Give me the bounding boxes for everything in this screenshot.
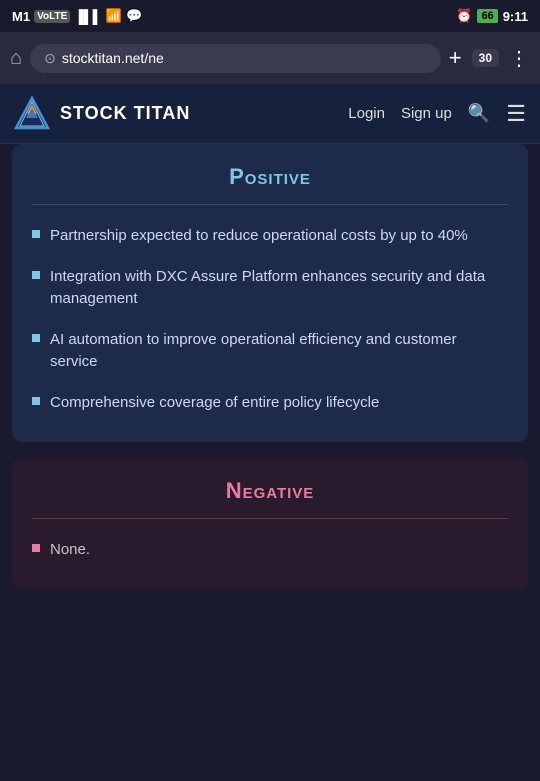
bullet-icon	[32, 334, 40, 342]
site-icon: ⊙	[44, 50, 56, 67]
whatsapp-icon: 💬	[126, 8, 142, 24]
status-left: M1 VoLTE ▐▌▌ 📶 💬	[12, 8, 142, 24]
signal-icon: ▐▌▌	[74, 9, 102, 24]
navbar: STOCK TITAN Login Sign up 🔍 ☰	[0, 84, 540, 144]
signup-button[interactable]: Sign up	[401, 105, 452, 122]
bullet-text: None.	[50, 539, 90, 562]
main-content: Positive Partnership expected to reduce …	[0, 144, 540, 590]
browser-actions: + 30 ⋮	[449, 45, 530, 71]
bullet-text: AI automation to improve operational eff…	[50, 329, 508, 374]
new-tab-button[interactable]: +	[449, 45, 462, 71]
bullet-icon	[32, 230, 40, 238]
negative-bullet-list: None.	[32, 539, 508, 562]
home-icon[interactable]: ⌂	[10, 47, 22, 70]
list-item: Comprehensive coverage of entire policy …	[32, 392, 508, 415]
url-bar[interactable]: ⊙ stocktitan.net/ne	[30, 44, 441, 73]
bullet-text: Partnership expected to reduce operation…	[50, 225, 468, 248]
section-gap	[0, 442, 540, 458]
login-button[interactable]: Login	[348, 105, 385, 122]
negative-section: Negative None.	[12, 458, 528, 590]
bullet-text: Integration with DXC Assure Platform enh…	[50, 266, 508, 311]
bullet-icon	[32, 544, 40, 552]
hamburger-menu-icon[interactable]: ☰	[506, 101, 526, 127]
bullet-icon	[32, 271, 40, 279]
negative-divider	[32, 518, 508, 519]
wifi-icon: 📶	[106, 8, 122, 24]
positive-bullet-list: Partnership expected to reduce operation…	[32, 225, 508, 414]
positive-title: Positive	[32, 164, 508, 190]
battery-icon: 66	[477, 9, 497, 23]
brand-name: STOCK TITAN	[60, 103, 338, 124]
list-item: AI automation to improve operational eff…	[32, 329, 508, 374]
positive-section: Positive Partnership expected to reduce …	[12, 144, 528, 442]
volte-badge: VoLTE	[34, 10, 70, 23]
browser-bar: ⌂ ⊙ stocktitan.net/ne + 30 ⋮	[0, 32, 540, 84]
bullet-text: Comprehensive coverage of entire policy …	[50, 392, 379, 415]
search-icon[interactable]: 🔍	[468, 103, 490, 124]
carrier-label: M1	[12, 9, 30, 24]
bullet-icon	[32, 397, 40, 405]
time-label: 9:11	[503, 9, 528, 24]
browser-menu-button[interactable]: ⋮	[509, 46, 530, 71]
list-item: Integration with DXC Assure Platform enh…	[32, 266, 508, 311]
negative-title: Negative	[32, 478, 508, 504]
status-right: ⏰ 66 9:11	[456, 8, 528, 24]
tab-count-button[interactable]: 30	[472, 49, 499, 67]
list-item: None.	[32, 539, 508, 562]
status-bar: M1 VoLTE ▐▌▌ 📶 💬 ⏰ 66 9:11	[0, 0, 540, 32]
url-text: stocktitan.net/ne	[62, 50, 164, 66]
logo-icon	[14, 96, 50, 132]
nav-links: Login Sign up 🔍 ☰	[348, 101, 526, 127]
list-item: Partnership expected to reduce operation…	[32, 225, 508, 248]
alarm-icon: ⏰	[456, 8, 472, 24]
positive-divider	[32, 204, 508, 205]
